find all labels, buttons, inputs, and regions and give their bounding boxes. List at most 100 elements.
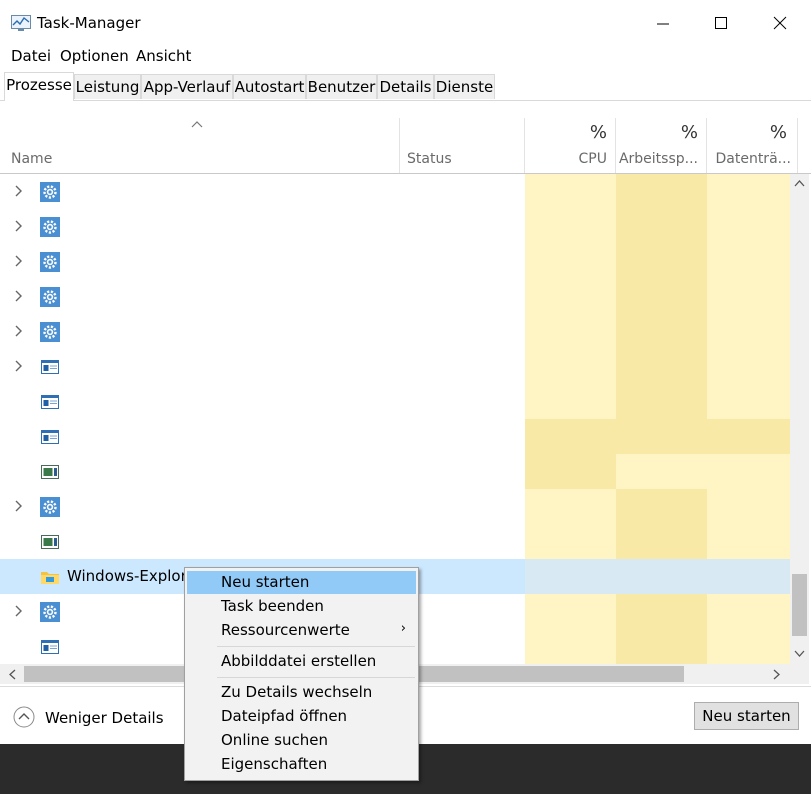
- submenu-arrow-icon: ›: [400, 621, 406, 636]
- menu-datei[interactable]: Datei: [11, 47, 51, 65]
- context-menu-item-eigenschaften[interactable]: Eigenschaften: [187, 753, 416, 776]
- scroll-up-icon[interactable]: [794, 179, 805, 187]
- menu-separator: [217, 646, 415, 647]
- window-title: Task-Manager: [37, 14, 141, 32]
- expand-chevron-icon[interactable]: [13, 290, 23, 302]
- scroll-right-icon[interactable]: [773, 669, 781, 680]
- cpu-cell: [525, 174, 616, 209]
- column-cpu-percent: %: [589, 122, 607, 143]
- restart-button[interactable]: Neu starten: [694, 702, 799, 730]
- minimize-button[interactable]: [640, 8, 686, 40]
- vertical-scroll-thumb[interactable]: [792, 574, 807, 636]
- table-row[interactable]: [0, 419, 790, 454]
- context-menu-item-abbilddatei-erstellen[interactable]: Abbilddatei erstellen: [187, 650, 416, 673]
- tab-app-verlauf[interactable]: App-Verlauf: [141, 74, 233, 99]
- title-bar[interactable]: Task-Manager: [0, 0, 811, 46]
- table-row[interactable]: [0, 314, 790, 349]
- cpu-cell: [525, 454, 616, 489]
- cpu-cell: [525, 419, 616, 454]
- tab-benutzer[interactable]: Benutzer: [306, 74, 377, 99]
- cpu-cell: [525, 209, 616, 244]
- context-menu-item-zu-details-wechseln[interactable]: Zu Details wechseln: [187, 681, 416, 704]
- cpu-cell: [525, 314, 616, 349]
- table-row[interactable]: [0, 244, 790, 279]
- column-memory-label: Arbeitssp...: [618, 151, 698, 167]
- table-row[interactable]: [0, 454, 790, 489]
- context-menu-item-task-beenden[interactable]: Task beenden: [187, 595, 416, 618]
- menu-ansicht[interactable]: Ansicht: [136, 47, 191, 65]
- column-header-row: Name Status % CPU % Arbeitssp... % Daten…: [0, 118, 811, 174]
- memory-cell: [616, 559, 707, 594]
- table-row[interactable]: [0, 384, 790, 419]
- context-menu-item-ressourcenwerte[interactable]: Ressourcenwerte ›: [187, 619, 416, 642]
- context-menu-item-label: Task beenden: [221, 597, 324, 615]
- maximize-icon: [715, 17, 727, 29]
- column-disk-label: Datenträ...: [715, 151, 791, 167]
- disk-cell: [707, 419, 790, 454]
- maximize-button[interactable]: [698, 8, 744, 40]
- column-header-memory[interactable]: % Arbeitssp...: [616, 118, 707, 173]
- disk-cell: [707, 524, 790, 559]
- gear-icon: [40, 497, 60, 517]
- vertical-scrollbar[interactable]: [790, 174, 809, 664]
- disk-cell: [707, 594, 790, 629]
- tab-autostart[interactable]: Autostart: [233, 74, 306, 99]
- tab-leistung[interactable]: Leistung: [74, 74, 141, 99]
- gear-icon: [40, 182, 60, 202]
- column-name-label: Name: [11, 151, 53, 167]
- column-memory-percent: %: [680, 122, 698, 143]
- scroll-down-icon[interactable]: [794, 650, 805, 658]
- context-menu: Neu starten Task beenden Ressourcenwerte › A…: [184, 567, 419, 781]
- table-row[interactable]: [0, 279, 790, 314]
- tab-details[interactable]: Details: [377, 74, 434, 99]
- table-row[interactable]: [0, 489, 790, 524]
- disk-cell: [707, 454, 790, 489]
- disk-cell: [707, 174, 790, 209]
- scroll-corner: [790, 664, 809, 684]
- close-button[interactable]: [757, 8, 803, 40]
- app-window-green-icon: [40, 462, 60, 482]
- memory-cell: [616, 629, 707, 664]
- memory-cell: [616, 349, 707, 384]
- expand-chevron-icon[interactable]: [13, 500, 23, 512]
- tab-bar: Prozesse Leistung App-Verlauf Autostart …: [0, 72, 811, 101]
- expand-chevron-icon[interactable]: [13, 255, 23, 267]
- context-menu-item-label: Neu starten: [221, 573, 310, 591]
- tab-dienste[interactable]: Dienste: [434, 74, 495, 99]
- gear-icon: [40, 217, 60, 237]
- table-row[interactable]: [0, 524, 790, 559]
- gear-icon: [40, 252, 60, 272]
- gear-icon: [40, 287, 60, 307]
- disk-cell: [707, 314, 790, 349]
- cpu-cell: [525, 244, 616, 279]
- expand-chevron-icon[interactable]: [13, 360, 23, 372]
- expand-chevron-icon[interactable]: [13, 220, 23, 232]
- menu-separator: [217, 677, 415, 678]
- less-details-label: Weniger Details: [45, 709, 164, 727]
- table-row[interactable]: [0, 174, 790, 209]
- menu-optionen[interactable]: Optionen: [60, 47, 129, 65]
- column-header-status[interactable]: Status: [400, 118, 525, 173]
- memory-cell: [616, 209, 707, 244]
- app-window-green-icon: [40, 532, 60, 552]
- cpu-cell: [525, 349, 616, 384]
- context-menu-item-neu-starten[interactable]: Neu starten: [187, 571, 416, 594]
- table-row[interactable]: [0, 349, 790, 384]
- column-header-disk[interactable]: % Datenträ...: [707, 118, 798, 173]
- disk-cell: [707, 209, 790, 244]
- close-icon: [773, 16, 787, 30]
- column-header-name[interactable]: Name: [0, 118, 400, 173]
- context-menu-item-label: Online suchen: [221, 731, 328, 749]
- tab-prozesse[interactable]: Prozesse: [4, 72, 74, 101]
- task-manager-icon: [11, 15, 31, 31]
- context-menu-item-online-suchen[interactable]: Online suchen: [187, 729, 416, 752]
- column-cpu-label: CPU: [578, 151, 607, 167]
- table-row[interactable]: [0, 209, 790, 244]
- expand-chevron-icon[interactable]: [13, 325, 23, 337]
- column-header-cpu[interactable]: % CPU: [525, 118, 616, 173]
- context-menu-item-dateipfad-öffnen[interactable]: Dateipfad öffnen: [187, 705, 416, 728]
- scroll-left-icon[interactable]: [8, 669, 16, 680]
- expand-chevron-icon[interactable]: [13, 605, 23, 617]
- expand-chevron-icon[interactable]: [13, 185, 23, 197]
- cpu-cell: [525, 384, 616, 419]
